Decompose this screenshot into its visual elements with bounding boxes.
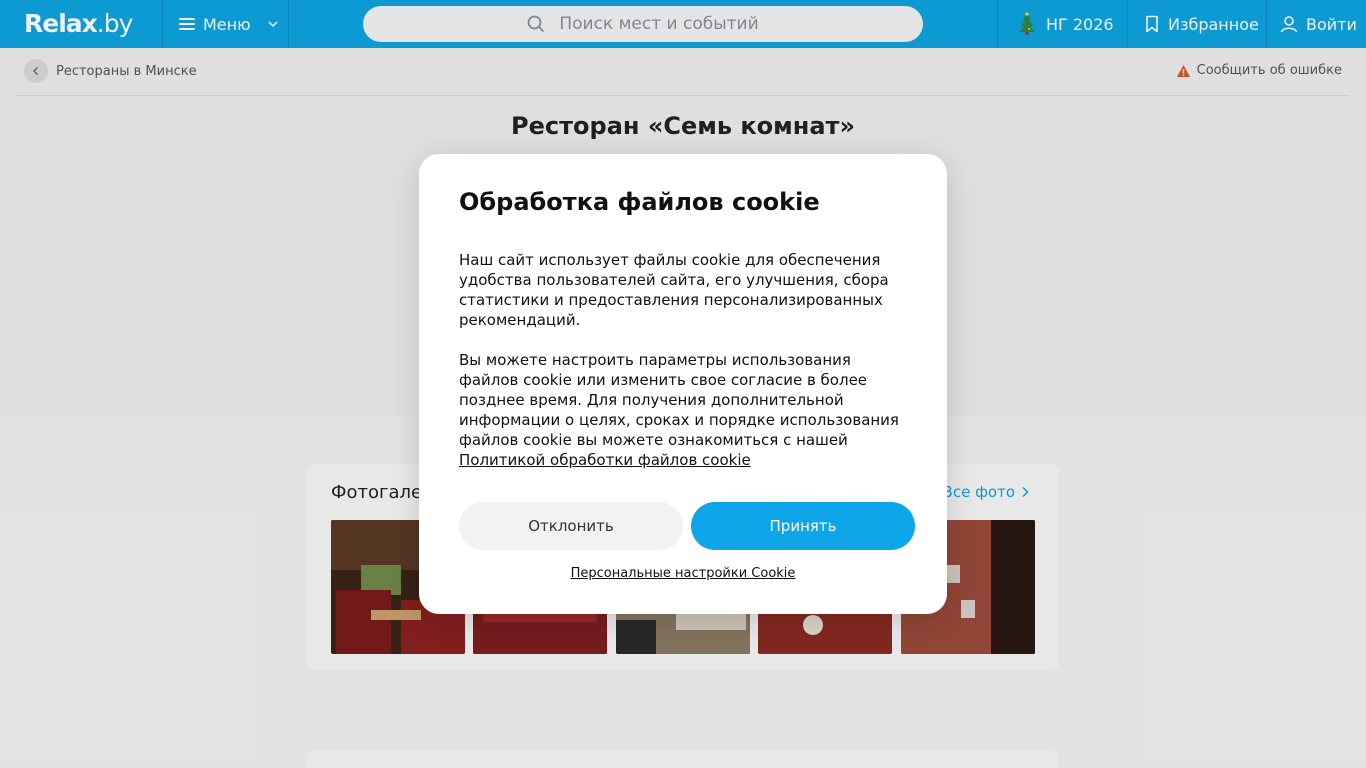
cookie-dialog-title: Обработка файлов cookie — [459, 188, 820, 216]
cookie-consent-dialog: Обработка файлов cookie Наш сайт использ… — [419, 154, 947, 614]
cookie-policy-link[interactable]: Политикой обработки файлов cookie — [459, 451, 751, 469]
cookie-paragraph: Вы можете настроить параметры использова… — [459, 350, 909, 470]
cookie-dialog-text: Наш сайт использует файлы cookie для обе… — [459, 250, 909, 470]
cookie-paragraph-text: Вы можете настроить параметры использова… — [459, 351, 899, 449]
accept-button[interactable]: Принять — [691, 502, 915, 550]
cookie-paragraph: Наш сайт использует файлы cookie для обе… — [459, 251, 889, 329]
decline-button[interactable]: Отклонить — [459, 502, 683, 550]
cookie-settings-link[interactable]: Персональные настройки Cookie — [419, 566, 947, 581]
